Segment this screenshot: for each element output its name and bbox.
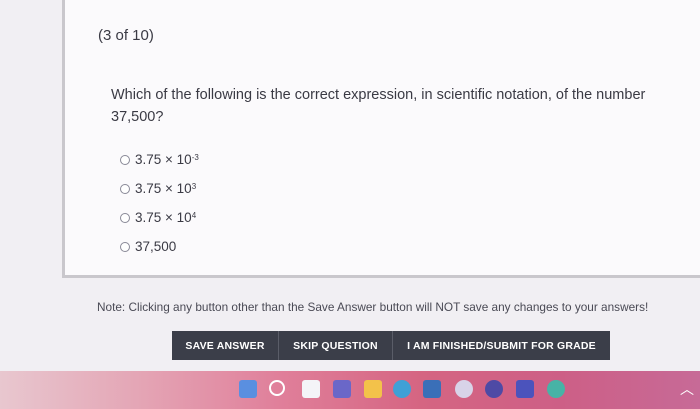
answer-option-2[interactable]: 3.75 × 10 3 [120, 174, 199, 203]
teams-icon[interactable] [516, 380, 534, 398]
chevron-up-icon[interactable]: ︿ [680, 379, 694, 399]
question-counter: (3 of 10) [98, 27, 154, 44]
paint-icon[interactable] [547, 380, 565, 398]
file-explorer-icon[interactable] [364, 380, 382, 398]
answer-option-4[interactable]: 37,500 [120, 232, 199, 261]
answer-option-3[interactable]: 3.75 × 10 4 [120, 203, 199, 232]
submit-for-grade-button[interactable]: I AM FINISHED/SUBMIT FOR GRADE [393, 331, 610, 360]
option-label: 3.75 × 10 [135, 152, 192, 167]
save-note: Note: Clicking any button other than the… [97, 300, 649, 314]
option-exponent: -3 [191, 153, 199, 162]
answer-options: 3.75 × 10 -3 3.75 × 10 3 3.75 × 10 4 37,500 [120, 145, 199, 261]
app-icon[interactable] [485, 380, 503, 398]
radio-button[interactable] [120, 183, 130, 194]
video-call-icon[interactable] [333, 380, 351, 398]
edge-icon[interactable] [393, 380, 411, 398]
option-label: 3.75 × 10 [135, 181, 192, 196]
skip-question-button[interactable]: SKIP QUESTION [279, 331, 393, 360]
start-icon[interactable] [239, 380, 257, 398]
store-icon[interactable] [423, 380, 441, 398]
radio-button[interactable] [120, 241, 130, 252]
answer-option-1[interactable]: 3.75 × 10 -3 [120, 145, 199, 174]
search-icon[interactable] [269, 380, 285, 396]
radio-button[interactable] [120, 212, 130, 223]
taskbar: ︿ [0, 371, 700, 409]
task-view-icon[interactable] [302, 380, 320, 398]
option-label: 37,500 [135, 239, 177, 254]
chrome-icon[interactable] [455, 380, 473, 398]
option-exponent: 4 [191, 211, 197, 220]
action-buttons: SAVE ANSWER SKIP QUESTION I AM FINISHED/… [172, 331, 610, 360]
option-label: 3.75 × 10 [135, 210, 192, 225]
question-prompt: Which of the following is the correct ex… [111, 87, 646, 125]
radio-button[interactable] [120, 154, 130, 165]
option-exponent: 3 [191, 182, 197, 191]
save-answer-button[interactable]: SAVE ANSWER [172, 331, 279, 360]
